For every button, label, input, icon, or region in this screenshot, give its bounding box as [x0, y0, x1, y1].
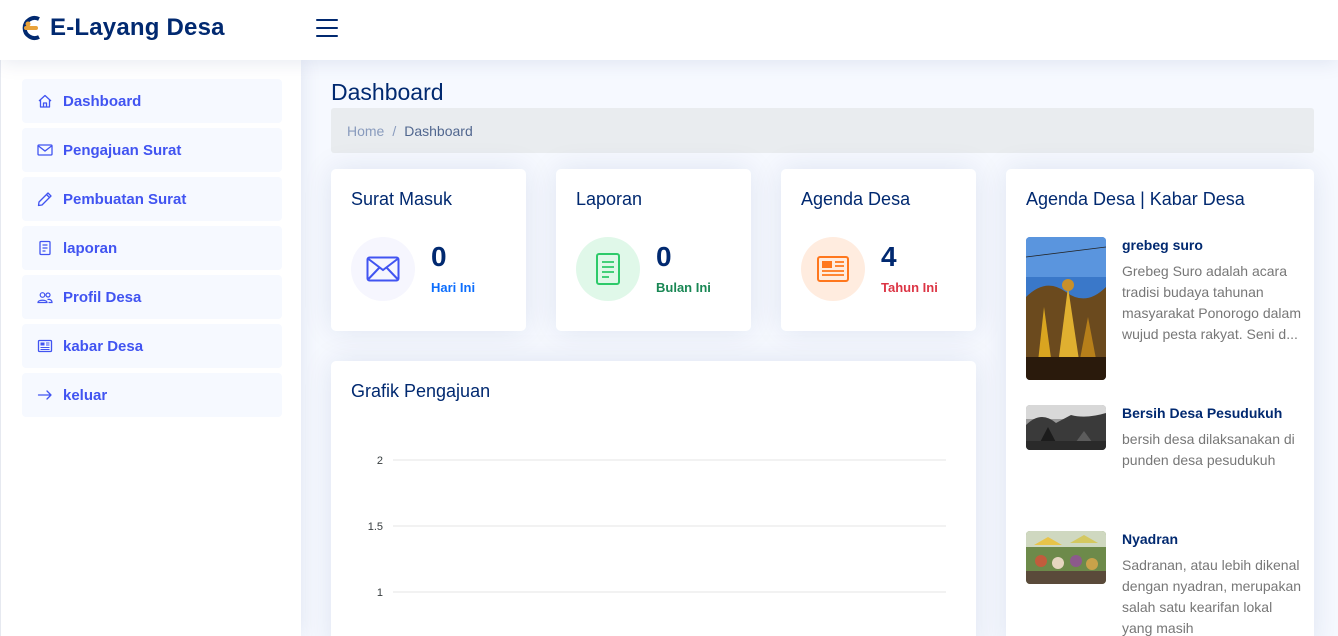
app-title: E-Layang Desa [50, 14, 225, 41]
people-icon [37, 289, 53, 305]
sidebar-item-keluar[interactable]: keluar [22, 373, 282, 417]
house-icon [37, 93, 53, 109]
arrow-right-icon [37, 387, 53, 403]
breadcrumb-current: Dashboard [404, 122, 473, 139]
news-description: bersih desa dilaksanakan di punden desa … [1122, 431, 1295, 468]
newspaper-icon [37, 338, 53, 354]
top-header: E-Layang Desa [0, 0, 1338, 60]
news-title[interactable]: Nyadran [1122, 531, 1312, 547]
logo-icon [22, 15, 44, 41]
sidebar-item-laporan[interactable]: laporan [22, 226, 282, 270]
news-thumbnail[interactable] [1026, 405, 1106, 450]
sidebar-item-pengajuan-surat[interactable]: Pengajuan Surat [22, 128, 282, 172]
sidebar-item-label: Dashboard [63, 92, 142, 110]
card-title: Laporan [576, 189, 643, 209]
menu-toggle-icon[interactable] [316, 19, 338, 39]
news-title[interactable]: Bersih Desa Pesudukuh [1122, 405, 1312, 421]
news-description: Sadranan, atau lebih dikenal dengan nyad… [1122, 557, 1302, 636]
sidebar-item-pembuatan-surat[interactable]: Pembuatan Surat [22, 177, 282, 221]
sidebar-item-label: kabar Desa [63, 337, 144, 355]
breadcrumb: Home / Dashboard [331, 108, 1314, 153]
stat-card-agenda-desa: Agenda Desa 4 Tahun Ini [781, 169, 976, 331]
pencil-icon [37, 191, 53, 207]
stat-card-laporan: Laporan 0 Bulan Ini [556, 169, 751, 331]
document-icon [37, 240, 53, 256]
stat-value: 0 [656, 241, 672, 272]
news-card-title: Agenda Desa | Kabar Desa [1026, 189, 1245, 209]
news-card: Agenda Desa | Kabar Desa grebeg suro Gre… [1006, 169, 1314, 636]
card-title: Surat Masuk [351, 189, 453, 209]
stat-value: 0 [431, 241, 447, 272]
y-tick-label: 2 [377, 455, 383, 467]
news-title[interactable]: grebeg suro [1122, 237, 1312, 253]
card-title: Agenda Desa [801, 189, 911, 209]
app-logo[interactable]: E-Layang Desa [22, 14, 225, 42]
line-chart: 21.51 [368, 455, 946, 599]
breadcrumb-home-link[interactable]: Home [347, 123, 384, 139]
sidebar-item-label: Pengajuan Surat [63, 141, 182, 159]
stat-subtitle: Tahun Ini [881, 280, 938, 295]
page-title: Dashboard [331, 79, 444, 105]
stat-subtitle: Bulan Ini [656, 280, 711, 295]
sidebar: Dashboard Pengajuan Surat Pembuatan Sura… [0, 60, 301, 636]
sidebar-item-dashboard[interactable]: Dashboard [22, 79, 282, 123]
sidebar-item-label: keluar [63, 386, 108, 404]
sidebar-item-kabar-desa[interactable]: kabar Desa [22, 324, 282, 368]
envelope-icon [351, 237, 415, 301]
news-thumbnail[interactable] [1026, 531, 1106, 584]
sidebar-item-label: Pembuatan Surat [63, 190, 187, 208]
news-thumbnail[interactable] [1026, 237, 1106, 380]
document-icon [576, 237, 640, 301]
y-tick-label: 1.5 [368, 521, 383, 533]
envelope-icon [37, 142, 53, 158]
sidebar-item-profil-desa[interactable]: Profil Desa [22, 275, 282, 319]
news-description: Grebeg Suro adalah acara tradisi budaya … [1122, 263, 1301, 342]
newspaper-icon [801, 237, 865, 301]
stat-value: 4 [881, 241, 897, 272]
stat-card-surat-masuk: Surat Masuk 0 Hari Ini [331, 169, 526, 331]
sidebar-item-label: laporan [63, 239, 118, 257]
y-tick-label: 1 [377, 587, 383, 599]
chart-card: Grafik Pengajuan 2 1.5 1 [331, 361, 976, 636]
sidebar-item-label: Profil Desa [63, 288, 142, 306]
breadcrumb-separator: / [392, 122, 397, 139]
stat-subtitle: Hari Ini [431, 280, 476, 295]
